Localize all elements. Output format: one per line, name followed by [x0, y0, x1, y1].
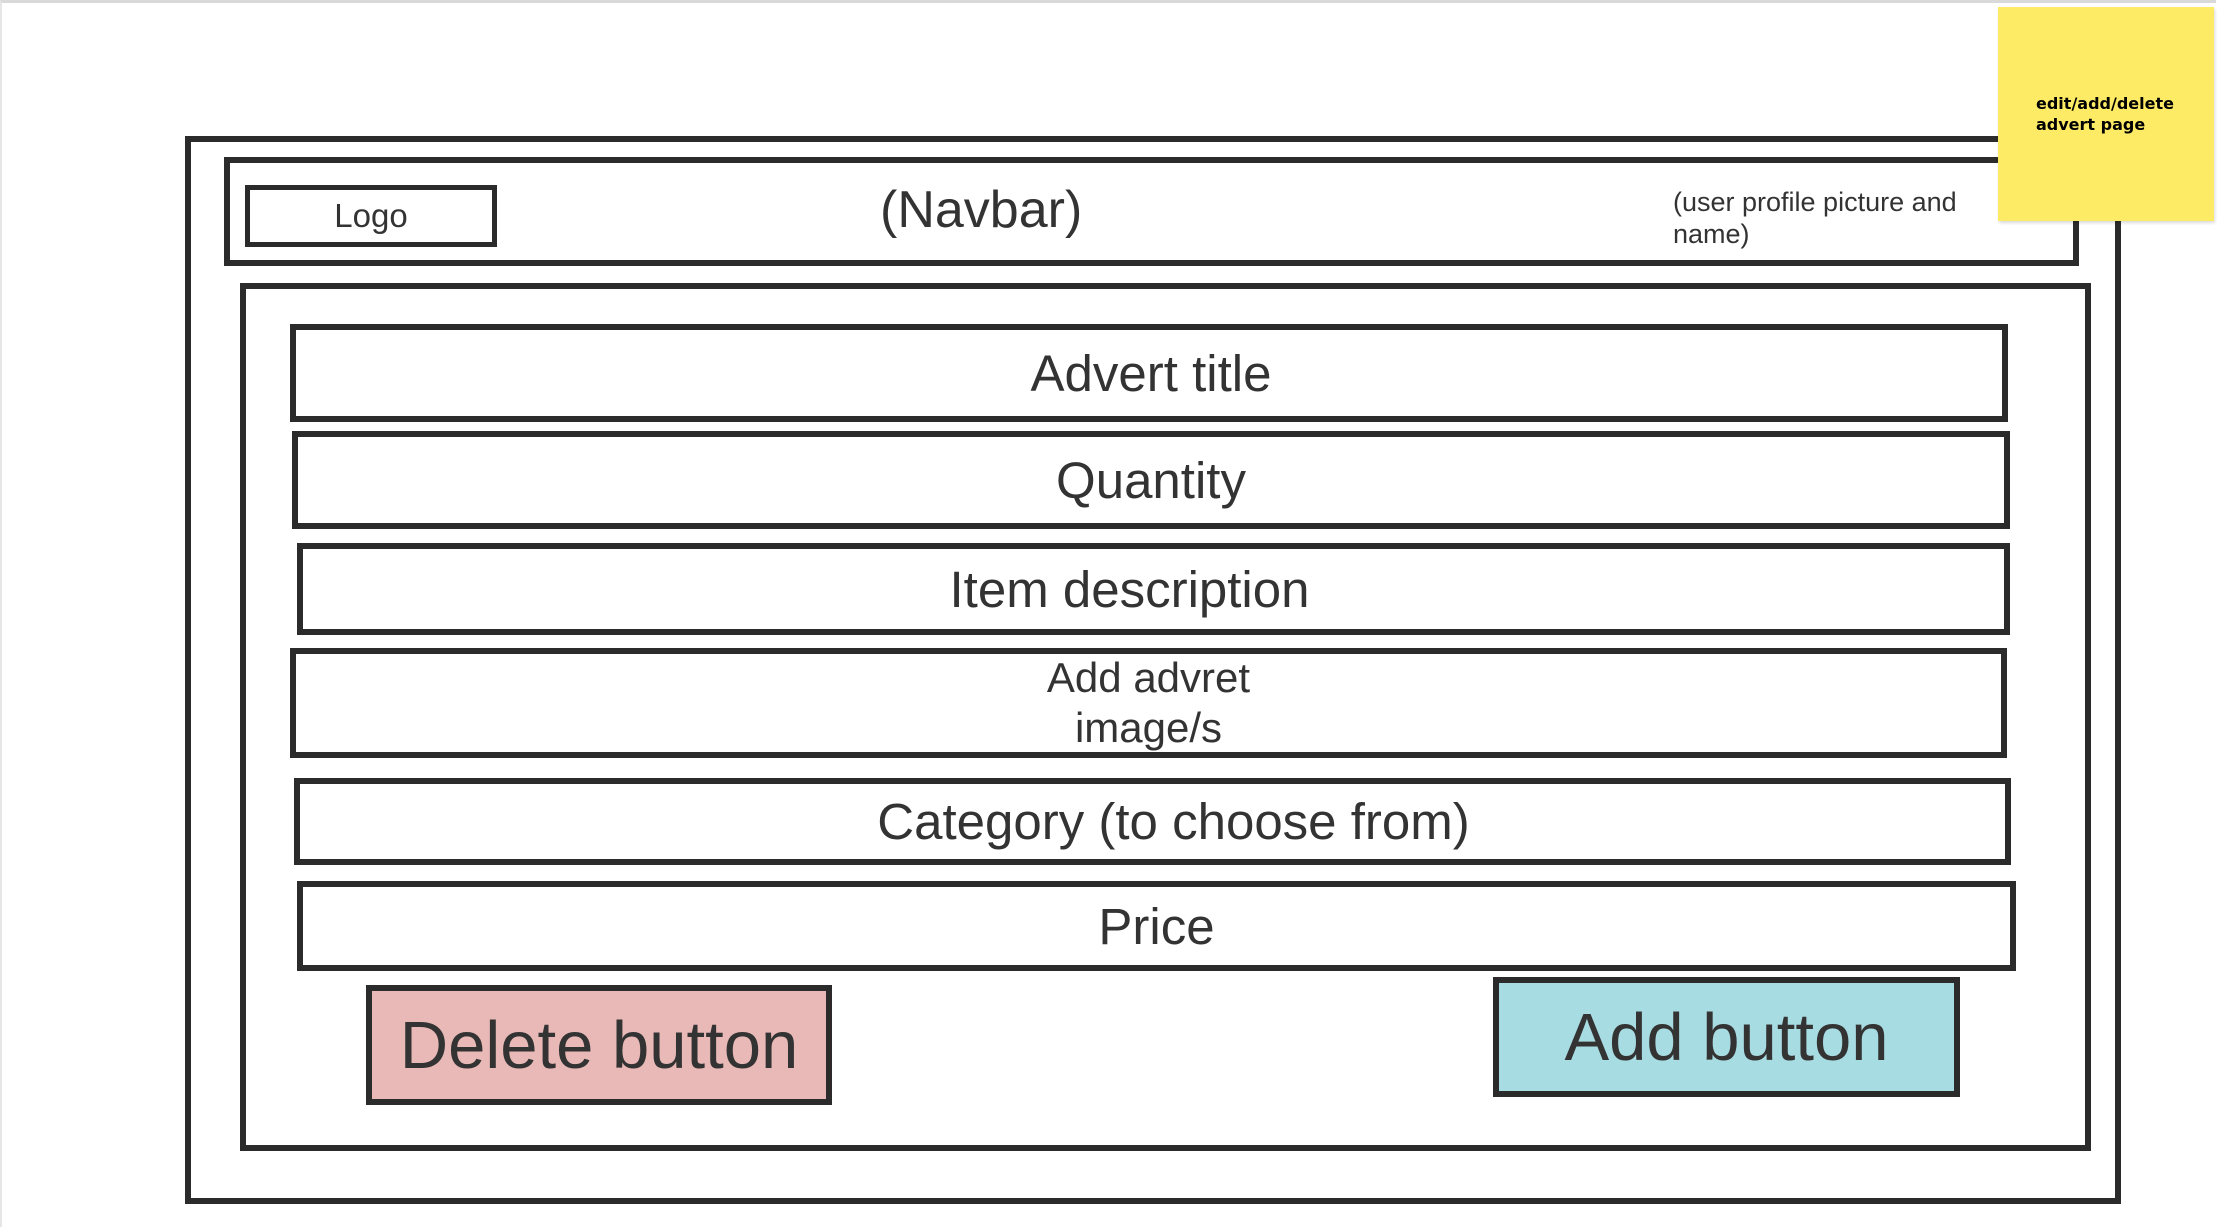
add-button[interactable]: Add button [1493, 977, 1960, 1097]
advert-title-field[interactable]: Advert title [290, 324, 2008, 422]
field-label: Advert title [1030, 344, 1272, 402]
item-description-field[interactable]: Item description [297, 543, 2010, 635]
add-button-label: Add button [1564, 999, 1889, 1075]
category-select[interactable]: Category (to choose from) [294, 778, 2011, 865]
quantity-field[interactable]: Quantity [292, 431, 2010, 529]
field-label: Category (to choose from) [877, 793, 1470, 850]
price-field[interactable]: Price [297, 881, 2016, 971]
logo[interactable]: Logo [245, 185, 497, 247]
field-label: Add advret image/s [1046, 654, 1251, 751]
delete-button-label: Delete button [399, 1007, 799, 1083]
delete-button[interactable]: Delete button [366, 985, 832, 1105]
navbar-title: (Navbar) [880, 181, 1083, 239]
field-label: Price [1098, 897, 1215, 955]
logo-label: Logo [334, 197, 408, 234]
user-profile[interactable]: (user profile picture and name) [1673, 186, 2003, 250]
sticky-note-text: edit/add/delete advert page [2036, 94, 2174, 134]
field-label: Item description [949, 560, 1310, 618]
advert-images-upload[interactable]: Add advret image/s [290, 648, 2007, 758]
field-label: Quantity [1056, 451, 1246, 509]
sticky-note: edit/add/delete advert page [1998, 7, 2214, 221]
